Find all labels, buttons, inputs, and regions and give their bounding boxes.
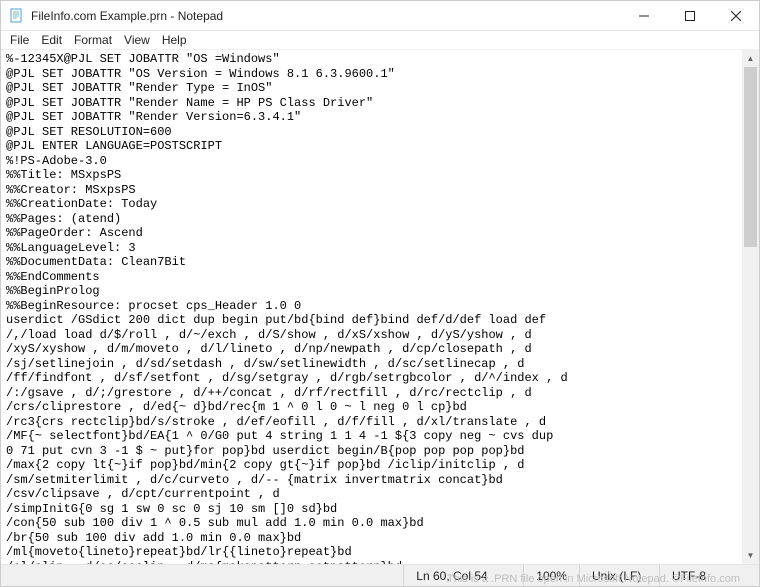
scroll-thumb[interactable]: [744, 67, 757, 247]
maximize-button[interactable]: [667, 1, 713, 31]
menubar: File Edit Format View Help: [1, 31, 759, 50]
menu-format[interactable]: Format: [69, 32, 117, 48]
close-button[interactable]: [713, 1, 759, 31]
titlebar: FileInfo.com Example.prn - Notepad: [1, 1, 759, 31]
menu-help[interactable]: Help: [157, 32, 192, 48]
text-content[interactable]: %-12345X@PJL SET JOBATTR "OS =Windows" …: [1, 50, 742, 564]
minimize-button[interactable]: [621, 1, 667, 31]
scroll-up-button[interactable]: ▲: [742, 50, 759, 67]
window-title: FileInfo.com Example.prn - Notepad: [31, 9, 621, 23]
menu-file[interactable]: File: [5, 32, 34, 48]
scroll-down-button[interactable]: ▼: [742, 547, 759, 564]
scroll-track[interactable]: [742, 67, 759, 547]
menu-edit[interactable]: Edit: [36, 32, 67, 48]
window-controls: [621, 1, 759, 30]
editor-area: %-12345X@PJL SET JOBATTR "OS =Windows" …: [1, 50, 759, 564]
notepad-icon: [9, 8, 25, 24]
menu-view[interactable]: View: [119, 32, 155, 48]
vertical-scrollbar[interactable]: ▲ ▼: [742, 50, 759, 564]
